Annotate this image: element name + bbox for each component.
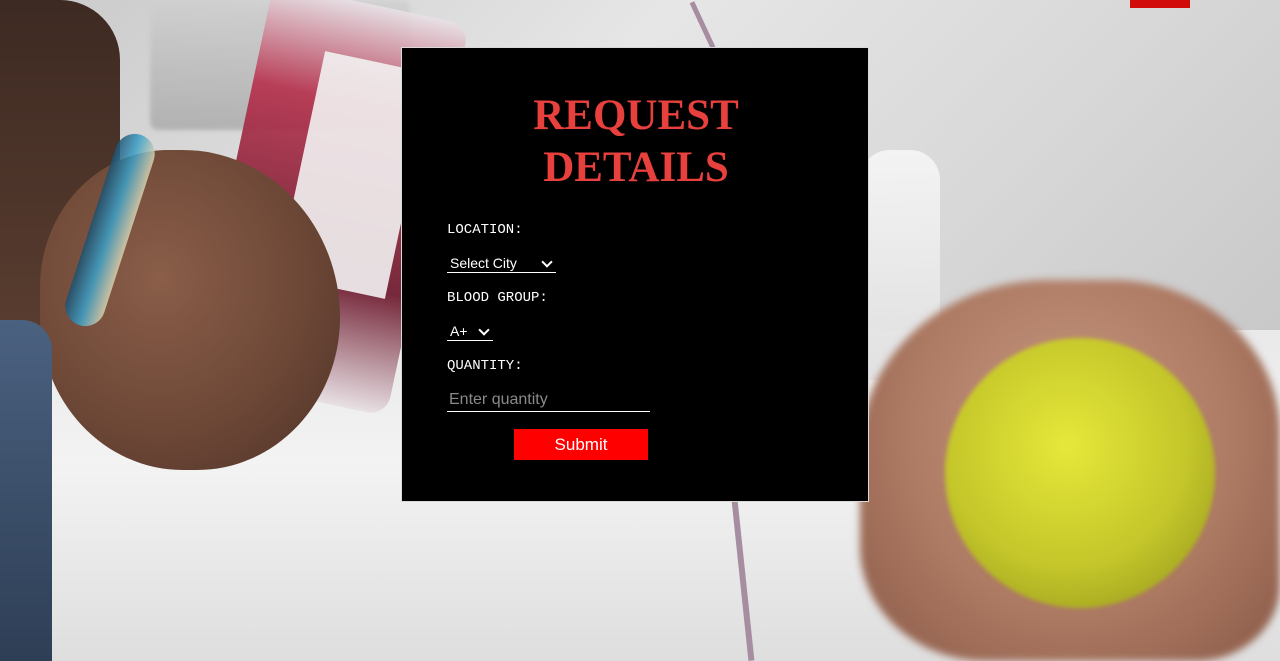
request-form-panel: REQUEST DETAILS LOCATION: Select City BL… bbox=[401, 47, 869, 502]
red-stripe bbox=[1130, 0, 1190, 8]
blood-group-label: BLOOD GROUP: bbox=[447, 290, 548, 306]
title-line-1: REQUEST bbox=[533, 92, 739, 139]
quantity-input[interactable] bbox=[447, 388, 650, 412]
quantity-label: QUANTITY: bbox=[447, 358, 523, 374]
tube-top bbox=[689, 1, 716, 49]
blood-group-select[interactable]: A+ bbox=[447, 323, 493, 341]
stress-ball bbox=[945, 338, 1215, 608]
chevron-down-icon bbox=[478, 323, 490, 336]
location-select-value: Select City bbox=[450, 255, 517, 271]
location-label: LOCATION: bbox=[447, 222, 523, 238]
blood-group-select-value: A+ bbox=[450, 323, 468, 339]
page-title: REQUEST DETAILS bbox=[402, 90, 870, 194]
submit-button[interactable]: Submit bbox=[514, 429, 648, 460]
location-select[interactable]: Select City bbox=[447, 255, 556, 273]
title-line-2: DETAILS bbox=[543, 144, 729, 191]
chevron-down-icon bbox=[541, 255, 553, 268]
jeans bbox=[0, 320, 52, 661]
